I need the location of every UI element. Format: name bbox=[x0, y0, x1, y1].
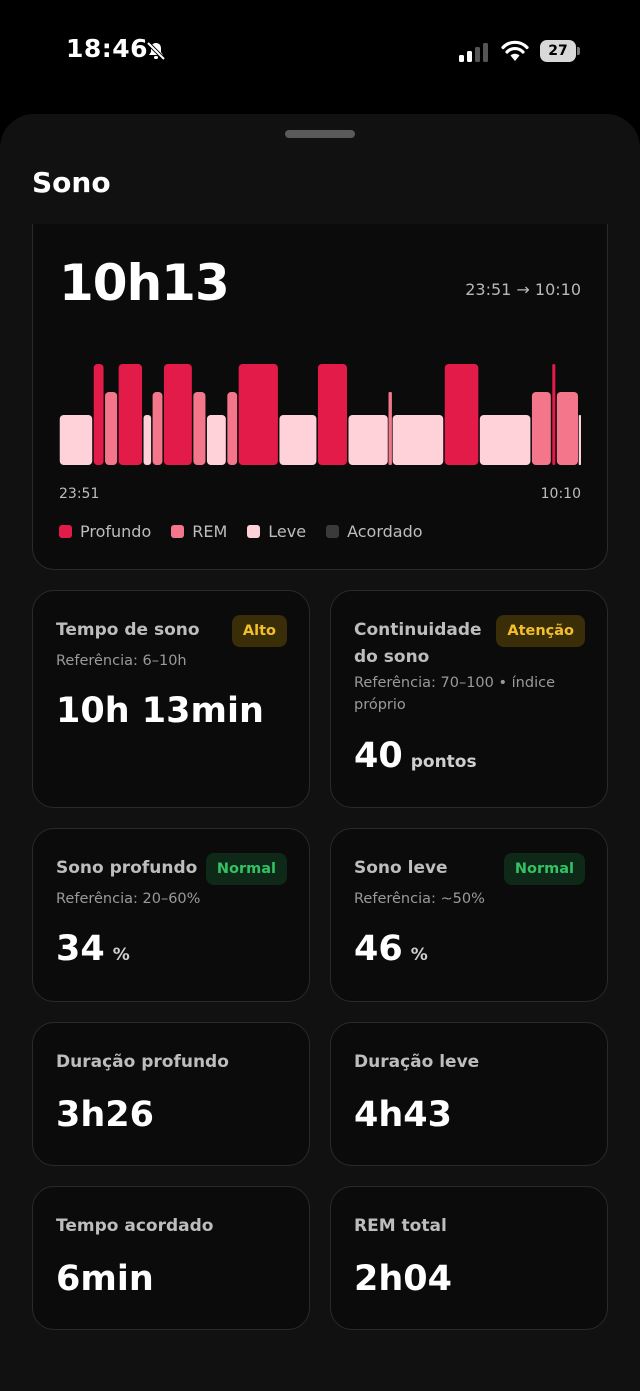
hypnogram-segment-rem bbox=[152, 392, 163, 465]
hypnogram-segment-profundo bbox=[163, 364, 192, 465]
metric-card-continuidade[interactable]: Continuidade do sono Atenção Referência:… bbox=[330, 590, 608, 808]
metric-unit: % bbox=[410, 945, 428, 965]
legend-swatch bbox=[171, 525, 185, 538]
metric-label: Duração leve bbox=[354, 1052, 480, 1072]
metric-reference: Referência: 20–60% bbox=[56, 891, 201, 907]
legend-label: Profundo bbox=[80, 522, 152, 541]
hypnogram-segment-leve bbox=[348, 415, 388, 465]
legend-label: Acordado bbox=[347, 522, 423, 541]
sleep-summary-card: 10h13 23:51 → 10:10 23:51 10:10 Profundo… bbox=[32, 224, 608, 570]
metric-label: Tempo acordado bbox=[56, 1216, 214, 1236]
hypnogram-segment-profundo bbox=[118, 364, 143, 465]
hypnogram-segment-leve bbox=[479, 415, 531, 465]
hypnogram-segment-rem bbox=[193, 392, 206, 465]
hypnogram-chart bbox=[59, 364, 581, 482]
metric-value: 2h04 bbox=[354, 1259, 452, 1299]
metric-card-sono-profundo[interactable]: Sono profundo Normal Referência: 20–60% … bbox=[32, 828, 310, 1002]
metric-card-sono-leve[interactable]: Sono leve Normal Referência: ~50% 46% bbox=[330, 828, 608, 1002]
chart-end-time: 10:10 bbox=[540, 486, 581, 502]
hypnogram-segment-rem bbox=[531, 392, 551, 465]
metric-card-tempo-de-sono[interactable]: Tempo de sono Alto Referência: 6–10h 10h… bbox=[32, 590, 310, 808]
hypnogram-segment-profundo bbox=[552, 364, 556, 465]
status-badge: Normal bbox=[205, 853, 287, 885]
legend-label: Leve bbox=[268, 522, 307, 541]
legend-item-rem: REM bbox=[171, 522, 227, 541]
hypnogram-segment-profundo bbox=[93, 364, 104, 465]
metric-value: 4h43 bbox=[354, 1095, 452, 1135]
status-badge: Normal bbox=[503, 853, 585, 885]
metric-label: Duração profundo bbox=[56, 1052, 229, 1072]
hypnogram-segment-leve bbox=[279, 415, 317, 465]
hypnogram-segment-rem bbox=[227, 392, 238, 465]
legend-swatch bbox=[59, 525, 72, 538]
metric-label: Sono leve bbox=[354, 858, 448, 878]
hypnogram-segment-leve bbox=[392, 415, 444, 465]
legend-item-leve: Leve bbox=[247, 522, 306, 541]
metric-unit: % bbox=[112, 945, 130, 965]
metric-value: 10h 13min bbox=[56, 691, 264, 731]
hypnogram-segment-profundo bbox=[444, 364, 479, 465]
bell-slash-icon bbox=[145, 40, 167, 66]
hypnogram-segment-rem bbox=[388, 392, 392, 465]
metric-value: 34% bbox=[56, 929, 130, 969]
status-time: 18:46 bbox=[66, 34, 149, 63]
battery-icon: 27 bbox=[540, 40, 580, 62]
sleep-sheet: Sono 10h13 23:51 → 10:10 23:51 10:10 Pro… bbox=[0, 114, 640, 1391]
hypnogram-segment-leve bbox=[578, 415, 581, 465]
metric-label: Sono profundo bbox=[56, 858, 198, 878]
status-bar: 18:46 27 bbox=[0, 0, 640, 104]
metric-reference: Referência: 70–100 • índice próprio bbox=[354, 675, 555, 713]
legend-swatch bbox=[326, 525, 340, 538]
metric-card-rem-total[interactable]: REM total 2h04 bbox=[330, 1186, 608, 1330]
sleep-time-range: 23:51 → 10:10 bbox=[465, 280, 581, 299]
hypnogram-segment-leve bbox=[143, 415, 152, 465]
metric-value: 3h26 bbox=[56, 1095, 154, 1135]
metric-card-tempo-acordado[interactable]: Tempo acordado 6min bbox=[32, 1186, 310, 1330]
legend-item-profundo: Profundo bbox=[59, 522, 151, 541]
chart-legend: Profundo REM Leve Acordado bbox=[59, 522, 423, 541]
hypnogram-segment-profundo bbox=[238, 364, 278, 465]
metric-label: REM total bbox=[354, 1216, 447, 1236]
legend-swatch bbox=[247, 525, 261, 538]
status-badge: Atenção bbox=[496, 615, 585, 647]
metric-card-duracao-profundo[interactable]: Duração profundo 3h26 bbox=[32, 1022, 310, 1166]
metric-label: Continuidade do sono bbox=[354, 620, 482, 667]
metric-value: 40 pontos bbox=[354, 736, 477, 776]
signal-icon bbox=[459, 42, 491, 66]
sheet-grabber[interactable] bbox=[285, 130, 355, 138]
hypnogram-segment-leve bbox=[206, 415, 226, 465]
metric-value: 6min bbox=[56, 1259, 154, 1299]
legend-item-acordado: Acordado bbox=[326, 522, 423, 541]
sheet-title: Sono bbox=[32, 166, 111, 199]
metric-label: Tempo de sono bbox=[56, 620, 200, 640]
metric-value: 46% bbox=[354, 929, 428, 969]
chart-start-time: 23:51 bbox=[59, 486, 100, 502]
hypnogram-segment-profundo bbox=[317, 364, 347, 465]
wifi-icon bbox=[501, 40, 529, 66]
status-badge: Alto bbox=[231, 615, 287, 647]
metric-unit: pontos bbox=[410, 752, 477, 772]
metric-reference: Referência: 6–10h bbox=[56, 653, 187, 669]
metric-reference: Referência: ~50% bbox=[354, 891, 485, 907]
hypnogram-segment-rem bbox=[556, 392, 578, 465]
hypnogram-segment-leve bbox=[59, 415, 93, 465]
total-duration: 10h13 bbox=[59, 254, 230, 312]
legend-label: REM bbox=[192, 522, 228, 541]
battery-level: 27 bbox=[540, 40, 576, 62]
hypnogram-segment-rem bbox=[105, 392, 118, 465]
metric-card-duracao-leve[interactable]: Duração leve 4h43 bbox=[330, 1022, 608, 1166]
